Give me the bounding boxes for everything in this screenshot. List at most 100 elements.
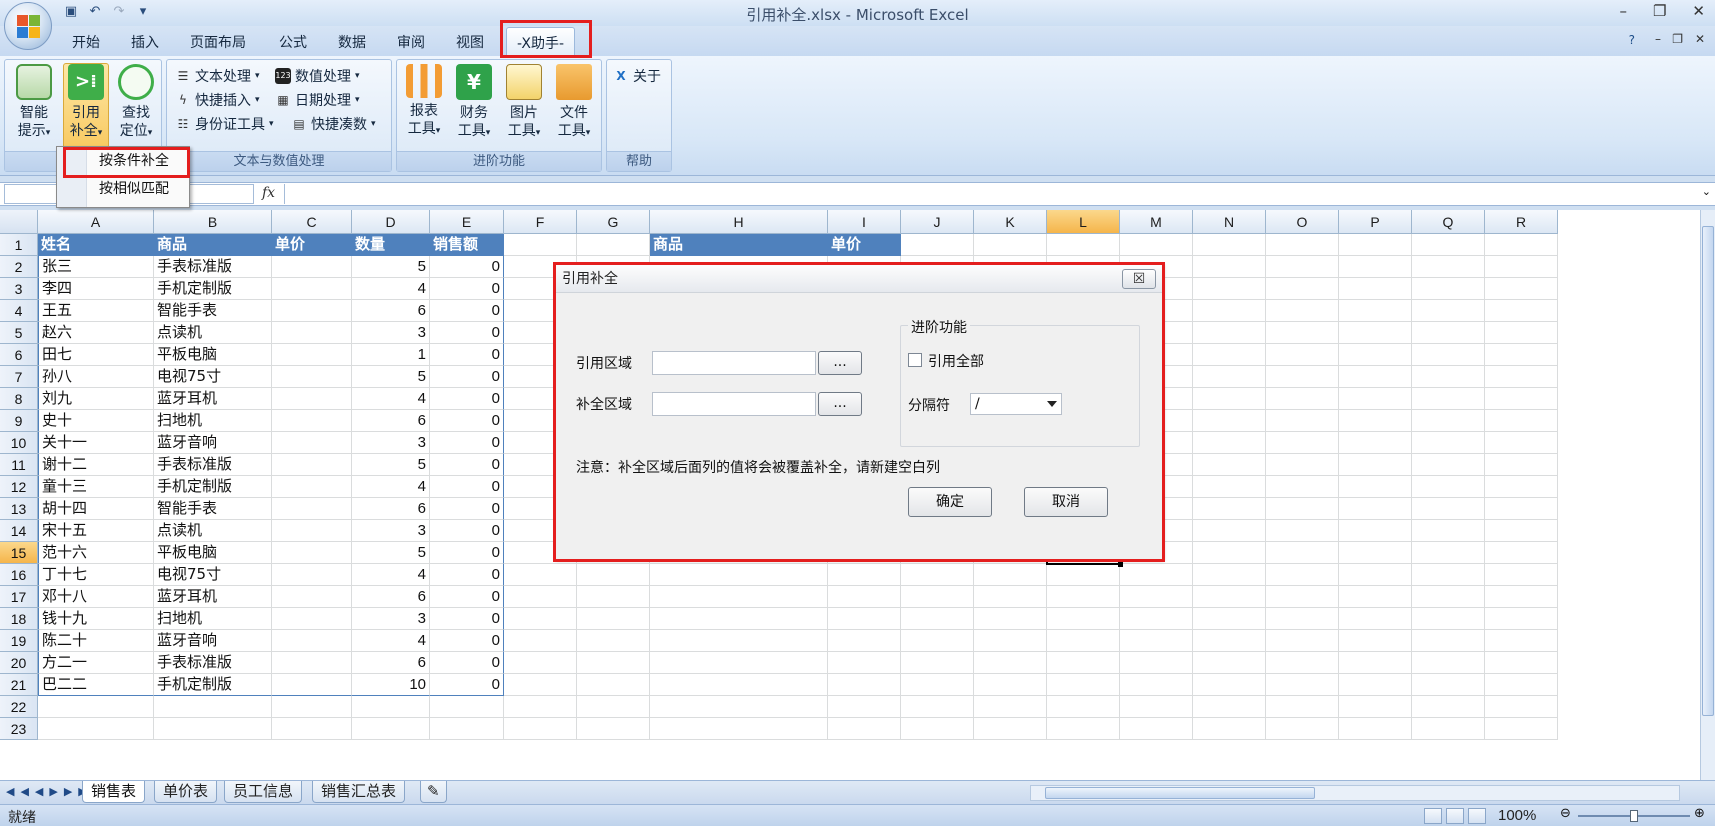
cell-r17[interactable] xyxy=(1485,586,1558,608)
row-header-7[interactable]: 7 xyxy=(0,366,38,388)
cell-b5[interactable]: 点读机 xyxy=(154,322,272,344)
cell-b20[interactable]: 手表标准版 xyxy=(154,652,272,674)
cell-o15[interactable] xyxy=(1266,542,1339,564)
cell-k17[interactable] xyxy=(974,586,1047,608)
cell-f21[interactable] xyxy=(504,674,577,696)
column-header-f[interactable]: F xyxy=(504,210,577,234)
cell-o8[interactable] xyxy=(1266,388,1339,410)
cell-c4[interactable] xyxy=(272,300,352,322)
cell-d23[interactable] xyxy=(352,718,430,740)
cell-a22[interactable] xyxy=(38,696,154,718)
cell-b10[interactable]: 蓝牙音响 xyxy=(154,432,272,454)
normal-view-icon[interactable] xyxy=(1424,808,1442,824)
row-header-15[interactable]: 15 xyxy=(0,542,38,564)
id-card-tool-button[interactable]: ☷ 身份证工具 ▾ xyxy=(175,114,274,134)
cell-p22[interactable] xyxy=(1339,696,1412,718)
cell-j1[interactable] xyxy=(901,234,974,256)
cell-c15[interactable] xyxy=(272,542,352,564)
cell-e7[interactable]: 0 xyxy=(430,366,504,388)
cell-p21[interactable] xyxy=(1339,674,1412,696)
cell-q11[interactable] xyxy=(1412,454,1485,476)
horizontal-scrollbar[interactable] xyxy=(1030,785,1680,801)
cell-g16[interactable] xyxy=(577,564,650,586)
cell-c16[interactable] xyxy=(272,564,352,586)
row-header-6[interactable]: 6 xyxy=(0,344,38,366)
cell-c20[interactable] xyxy=(272,652,352,674)
cell-a4[interactable]: 王五 xyxy=(38,300,154,322)
cell-e6[interactable]: 0 xyxy=(430,344,504,366)
cell-n11[interactable] xyxy=(1193,454,1266,476)
cell-g23[interactable] xyxy=(577,718,650,740)
cell-d12[interactable]: 4 xyxy=(352,476,430,498)
cell-q10[interactable] xyxy=(1412,432,1485,454)
cell-k21[interactable] xyxy=(974,674,1047,696)
cell-c12[interactable] xyxy=(272,476,352,498)
cell-d22[interactable] xyxy=(352,696,430,718)
cell-a16[interactable]: 丁十七 xyxy=(38,564,154,586)
sheet-tab-staff[interactable]: 员工信息 xyxy=(224,781,303,803)
cell-p19[interactable] xyxy=(1339,630,1412,652)
cell-a9[interactable]: 史十 xyxy=(38,410,154,432)
cell-r9[interactable] xyxy=(1485,410,1558,432)
cell-q5[interactable] xyxy=(1412,322,1485,344)
cell-q6[interactable] xyxy=(1412,344,1485,366)
cell-h17[interactable] xyxy=(650,586,828,608)
cell-o4[interactable] xyxy=(1266,300,1339,322)
row-header-10[interactable]: 10 xyxy=(0,432,38,454)
cell-f23[interactable] xyxy=(504,718,577,740)
cell-q2[interactable] xyxy=(1412,256,1485,278)
cell-n8[interactable] xyxy=(1193,388,1266,410)
cell-r13[interactable] xyxy=(1485,498,1558,520)
cell-l18[interactable] xyxy=(1047,608,1120,630)
select-all-corner[interactable] xyxy=(0,210,38,234)
zoom-level[interactable]: 100% xyxy=(1498,807,1536,824)
cell-e17[interactable]: 0 xyxy=(430,586,504,608)
cell-b19[interactable]: 蓝牙音响 xyxy=(154,630,272,652)
row-header-20[interactable]: 20 xyxy=(0,652,38,674)
cell-p6[interactable] xyxy=(1339,344,1412,366)
office-button[interactable] xyxy=(4,2,52,50)
cell-f16[interactable] xyxy=(504,564,577,586)
workbook-close-icon[interactable]: ✕ xyxy=(1695,32,1705,46)
cell-a5[interactable]: 赵六 xyxy=(38,322,154,344)
date-process-button[interactable]: ▦ 日期处理 ▾ xyxy=(275,90,359,110)
cell-a15[interactable]: 范十六 xyxy=(38,542,154,564)
report-tool-button[interactable]: 报表 工具▾ xyxy=(401,64,447,140)
cell-c2[interactable] xyxy=(272,256,352,278)
cell-l1[interactable] xyxy=(1047,234,1120,256)
row-header-19[interactable]: 19 xyxy=(0,630,38,652)
cell-o9[interactable] xyxy=(1266,410,1339,432)
row-header-1[interactable]: 1 xyxy=(0,234,38,256)
column-header-n[interactable]: N xyxy=(1193,210,1266,234)
cell-c6[interactable] xyxy=(272,344,352,366)
cell-d8[interactable]: 4 xyxy=(352,388,430,410)
picture-tool-button[interactable]: 图片 工具▾ xyxy=(501,64,547,142)
cell-j18[interactable] xyxy=(901,608,974,630)
cell-a12[interactable]: 童十三 xyxy=(38,476,154,498)
cell-c8[interactable] xyxy=(272,388,352,410)
fill-area-input[interactable] xyxy=(652,392,816,416)
cell-j23[interactable] xyxy=(901,718,974,740)
cell-j16[interactable] xyxy=(901,564,974,586)
row-header-17[interactable]: 17 xyxy=(0,586,38,608)
cell-i22[interactable] xyxy=(828,696,901,718)
cell-q13[interactable] xyxy=(1412,498,1485,520)
cell-m17[interactable] xyxy=(1120,586,1193,608)
cell-i23[interactable] xyxy=(828,718,901,740)
cell-k23[interactable] xyxy=(974,718,1047,740)
cell-d19[interactable]: 4 xyxy=(352,630,430,652)
cell-j22[interactable] xyxy=(901,696,974,718)
cell-n20[interactable] xyxy=(1193,652,1266,674)
cell-c11[interactable] xyxy=(272,454,352,476)
cell-o22[interactable] xyxy=(1266,696,1339,718)
cell-e1[interactable]: 销售额 xyxy=(430,234,504,256)
row-header-16[interactable]: 16 xyxy=(0,564,38,586)
cell-o21[interactable] xyxy=(1266,674,1339,696)
tab-review[interactable]: 审阅 xyxy=(397,32,425,52)
cell-q23[interactable] xyxy=(1412,718,1485,740)
cell-n19[interactable] xyxy=(1193,630,1266,652)
cell-a17[interactable]: 邓十八 xyxy=(38,586,154,608)
cell-f19[interactable] xyxy=(504,630,577,652)
expand-formula-icon[interactable]: ⌄ xyxy=(1702,185,1711,198)
row-header-21[interactable]: 21 xyxy=(0,674,38,696)
